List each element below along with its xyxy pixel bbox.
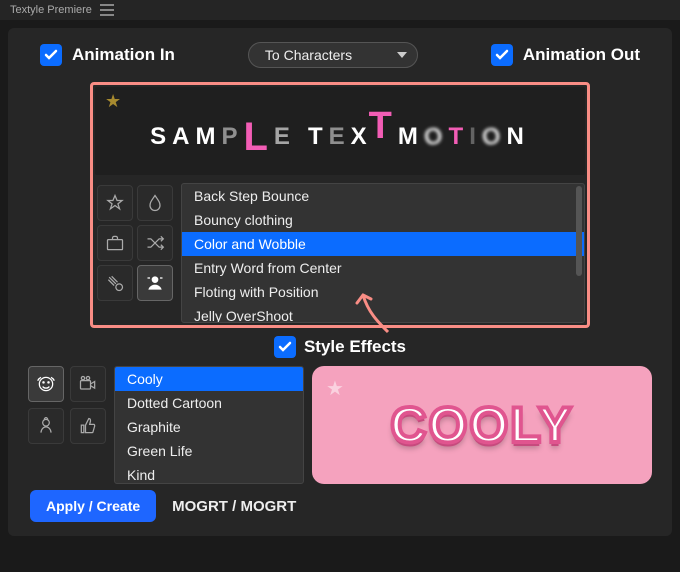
style-camera-icon[interactable]	[70, 366, 106, 402]
style-thumbs-up-icon[interactable]	[70, 408, 106, 444]
scrollbar[interactable]	[576, 186, 582, 276]
filter-meteor-icon[interactable]	[97, 265, 133, 301]
animation-in-label: Animation In	[72, 45, 175, 65]
animation-picker-row: Back Step Bounce Bouncy clothing Color a…	[95, 183, 585, 323]
style-preview: ★ COOLY	[312, 366, 652, 484]
list-item[interactable]: Graphite	[115, 415, 303, 439]
mogrt-label: MOGRT / MOGRT	[172, 498, 296, 515]
animation-out-checkbox[interactable]	[491, 44, 513, 66]
list-item[interactable]: Bouncy clothing	[182, 208, 584, 232]
filter-user-icon[interactable]	[137, 265, 173, 301]
animation-list[interactable]: Back Step Bounce Bouncy clothing Color a…	[181, 183, 585, 323]
animation-in-checkbox[interactable]	[40, 44, 62, 66]
favorite-star-icon[interactable]: ★	[105, 91, 121, 112]
style-effects-toggle: Style Effects	[20, 336, 660, 358]
style-effects-label: Style Effects	[304, 337, 406, 357]
animation-out-label: Animation Out	[523, 45, 640, 65]
apply-create-button[interactable]: Apply / Create	[30, 490, 156, 522]
list-item[interactable]: Kind	[115, 463, 303, 484]
filter-briefcase-icon[interactable]	[97, 225, 133, 261]
list-item[interactable]: Green Life	[115, 439, 303, 463]
style-row: Cooly Dotted Cartoon Graphite Green Life…	[20, 366, 660, 484]
list-item[interactable]: Cooly	[115, 367, 303, 391]
top-controls: Animation In To Characters Animation Out	[20, 36, 660, 70]
distribute-select[interactable]: To Characters	[248, 42, 418, 68]
style-preview-text: COOLY	[390, 396, 573, 454]
preview-text: SAMPLE TEXT MOTION	[150, 109, 530, 154]
main-panel: Animation In To Characters Animation Out…	[8, 28, 672, 536]
list-item[interactable]: Dotted Cartoon	[115, 391, 303, 415]
animation-presets-highlight: ★ SAMPLE TEXT MOTION Back Step Bounce Bo…	[90, 82, 590, 328]
list-item[interactable]: Color and Wobble	[182, 232, 584, 256]
style-face-icon[interactable]	[28, 366, 64, 402]
favorite-star-icon[interactable]: ★	[326, 376, 344, 401]
animation-preview: ★ SAMPLE TEXT MOTION	[95, 87, 585, 175]
filter-drop-icon[interactable]	[137, 185, 173, 221]
style-filter-icons	[28, 366, 106, 444]
hamburger-icon[interactable]	[100, 4, 114, 16]
list-item[interactable]: Back Step Bounce	[182, 184, 584, 208]
list-item[interactable]: Entry Word from Center	[182, 256, 584, 280]
filter-favorites-icon[interactable]	[97, 185, 133, 221]
list-item[interactable]: Jelly OverShoot	[182, 304, 584, 323]
list-item[interactable]: Floting with Position	[182, 280, 584, 304]
filter-shuffle-icon[interactable]	[137, 225, 173, 261]
animation-filter-icons	[95, 183, 175, 323]
style-list[interactable]: Cooly Dotted Cartoon Graphite Green Life…	[114, 366, 304, 484]
footer-row: Apply / Create MOGRT / MOGRT	[20, 484, 660, 522]
app-title: Textyle Premiere	[10, 4, 92, 16]
titlebar: Textyle Premiere	[0, 0, 680, 20]
style-profile-icon[interactable]	[28, 408, 64, 444]
style-effects-checkbox[interactable]	[274, 336, 296, 358]
